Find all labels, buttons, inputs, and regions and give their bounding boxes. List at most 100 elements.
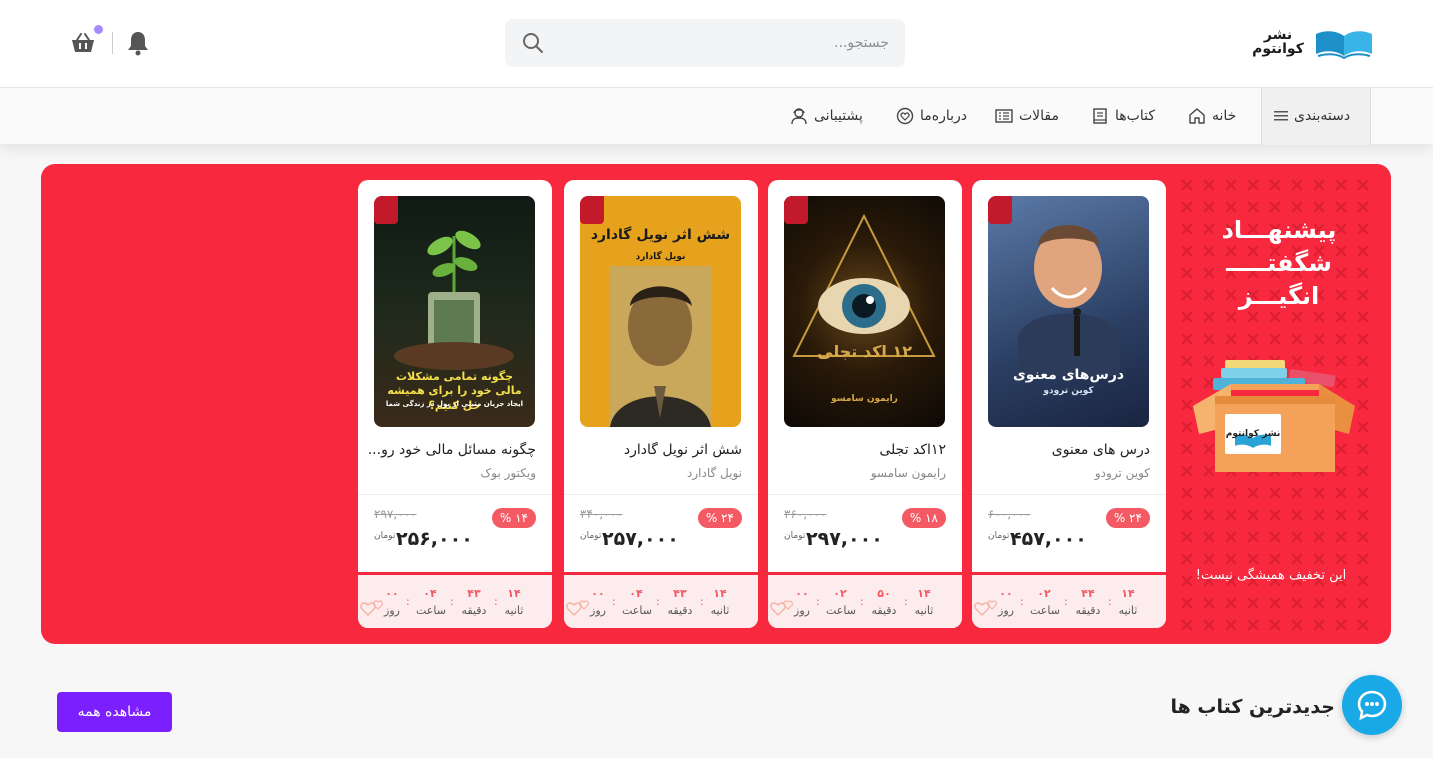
- nav-item-label: خانه: [1212, 108, 1237, 124]
- nav-item-home[interactable]: خانه: [1188, 105, 1236, 127]
- view-all-button[interactable]: مشاهده همه: [57, 692, 172, 732]
- timer-value: ۰۴: [629, 587, 643, 600]
- basket-icon[interactable]: [70, 32, 96, 54]
- currency: تومان: [580, 531, 602, 541]
- search-icon[interactable]: [521, 31, 545, 55]
- nav-item-articles[interactable]: مقالات: [995, 105, 1059, 127]
- timer-value: ۰۰: [591, 587, 605, 600]
- book-cover[interactable]: ۱۲ اکد تجلی رایمون سامسو: [784, 196, 945, 427]
- timer-label: ثانیه: [710, 604, 730, 617]
- timer-seconds: ۱۴ ثانیه: [910, 587, 938, 619]
- timer-value: ۱۴: [1121, 587, 1135, 600]
- timer-hours: ۰۲ ساعت: [1030, 587, 1060, 619]
- timer-label: روز: [794, 604, 810, 617]
- timer-value: ۱۴: [713, 587, 727, 600]
- nav-item-label: پشتیبانی: [814, 108, 863, 124]
- timer-separator: :: [612, 595, 616, 608]
- timer-label: ساعت: [826, 604, 856, 617]
- book-author: ویکتور بوک: [480, 466, 536, 480]
- timer-label: ساعت: [622, 604, 652, 617]
- timer-minutes: ۴۴ دقیقه: [1074, 587, 1102, 619]
- nav-item-about[interactable]: درباره‌ما: [896, 105, 967, 127]
- cover-subtitle: ایجاد جریان مثبتی از پول در زندگی شما: [385, 400, 524, 408]
- timer-label: دقیقه: [1075, 604, 1101, 617]
- offer-title-line: انگیـــز: [1238, 282, 1320, 310]
- countdown-timer: ۱۴ ثانیه : ۵۰ دقیقه : ۰۲ ساعت : ۰۰ روز: [768, 575, 962, 628]
- book-icon: [1093, 108, 1107, 124]
- timer-separator: :: [904, 595, 908, 608]
- timer-minutes: ۵۰ دقیقه: [870, 587, 898, 619]
- chat-button[interactable]: [1342, 675, 1402, 735]
- offer-product-card[interactable]: شش اثر نویل گادارد نویل گادارد شش اثر نو…: [564, 180, 758, 628]
- site-logo[interactable]: نشر کوانتوم: [1248, 26, 1376, 62]
- cover-title: شش اثر نویل گادارد: [590, 227, 731, 243]
- timer-days: ۰۰ روز: [584, 587, 612, 619]
- card-divider: [564, 494, 758, 495]
- book-author: رایمون سامسو: [870, 466, 946, 480]
- timer-days: ۰۰ روز: [378, 587, 406, 619]
- search-bar: [505, 19, 905, 67]
- main-nav: دسته‌بندی خانه کتاب‌ها مقالات درباره‌ما: [0, 87, 1433, 145]
- old-price: ۳۴۰,۰۰۰: [580, 507, 623, 521]
- timer-separator: :: [700, 595, 704, 608]
- bell-icon[interactable]: [126, 30, 150, 56]
- nav-item-books[interactable]: کتاب‌ها: [1091, 105, 1155, 127]
- timer-minutes: ۴۳ دقیقه: [460, 587, 488, 619]
- timer-days: ۰۰ روز: [788, 587, 816, 619]
- gift-box-illustration: [1193, 360, 1355, 472]
- timer-label: ثانیه: [914, 604, 934, 617]
- heart-badge-icon: [896, 107, 914, 125]
- publisher-badge: [580, 196, 604, 224]
- timer-separator: :: [494, 595, 498, 608]
- timer-value: ۰۲: [1037, 587, 1051, 600]
- old-price: ۳۶۰,۰۰۰: [784, 507, 827, 521]
- publisher-badge: [988, 196, 1012, 224]
- timer-label: ثانیه: [504, 604, 524, 617]
- timer-hours: ۰۲ ساعت: [826, 587, 856, 619]
- nav-item-label: کتاب‌ها: [1115, 108, 1155, 124]
- timer-value: ۰۴: [423, 587, 437, 600]
- timer-value: ۰۰: [795, 587, 809, 600]
- timer-label: روز: [590, 604, 606, 617]
- price: ۲۵۷,۰۰۰: [602, 528, 679, 550]
- support-icon: [791, 108, 807, 125]
- site-header: نشر کوانتوم: [0, 0, 1433, 87]
- book-cover[interactable]: شش اثر نویل گادارد نویل گادارد: [580, 196, 741, 427]
- timer-separator: :: [1064, 595, 1068, 608]
- discount-badge: ۲۴ %: [1105, 508, 1150, 528]
- search-input[interactable]: [569, 31, 889, 55]
- book-title[interactable]: شش اثر نویل گادارد: [574, 442, 742, 458]
- book-title[interactable]: چگونه مسائل مالی خود رو...: [368, 442, 536, 458]
- timer-seconds: ۱۴ ثانیه: [1114, 587, 1142, 619]
- category-menu-button[interactable]: دسته‌بندی: [1274, 105, 1350, 127]
- countdown-timer: ۱۴ ثانیه : ۴۳ دقیقه : ۰۴ ساعت : ۰۰ روز: [358, 575, 552, 628]
- book-cover[interactable]: درس‌های معنوی کوین ترودو: [988, 196, 1149, 427]
- open-book-logo-icon: [1316, 31, 1372, 60]
- publisher-badge: [784, 196, 808, 224]
- countdown-timer: ۱۴ ثانیه : ۴۳ دقیقه : ۰۴ ساعت : ۰۰ روز: [564, 575, 758, 628]
- nav-item-support[interactable]: پشتیبانی: [790, 105, 863, 127]
- offer-title-line: شگفتـــــ: [1226, 249, 1332, 277]
- book-title[interactable]: درس های معنوی: [982, 442, 1150, 458]
- timer-days: ۰۰ روز: [992, 587, 1020, 619]
- home-icon: [1189, 108, 1205, 124]
- offer-product-card[interactable]: درس‌های معنوی کوین ترودو درس های معنوی ک…: [972, 180, 1166, 628]
- cover-artwork: [792, 213, 936, 357]
- offer-title-line: پیشنهـــاد: [1221, 216, 1337, 244]
- offer-product-card[interactable]: چگونه تمامی مشکلات مالی خود را برای همیش…: [358, 180, 552, 628]
- book-title[interactable]: ۱۲اکد تجلی: [778, 442, 946, 458]
- book-cover[interactable]: چگونه تمامی مشکلات مالی خود را برای همیش…: [374, 196, 535, 427]
- offer-title: پیشنهـــاد شگفتـــــ انگیـــز: [1209, 214, 1349, 313]
- timer-seconds: ۱۴ ثانیه: [706, 587, 734, 619]
- timer-value: ۱۴: [507, 587, 521, 600]
- timer-separator: :: [450, 595, 454, 608]
- timer-hours: ۰۴ ساعت: [622, 587, 652, 619]
- offer-product-card[interactable]: ۱۲ اکد تجلی رایمون سامسو ۱۲اکد تجلی رایم…: [768, 180, 962, 628]
- category-menu[interactable]: دسته‌بندی: [1261, 88, 1371, 145]
- timer-separator: :: [1108, 595, 1112, 608]
- nav-item-label: مقالات: [1019, 108, 1060, 124]
- timer-value: ۱۴: [917, 587, 931, 600]
- timer-label: ثانیه: [1118, 604, 1138, 617]
- header-icons: [70, 25, 154, 58]
- logo-text: نشر کوانتوم: [1252, 27, 1304, 57]
